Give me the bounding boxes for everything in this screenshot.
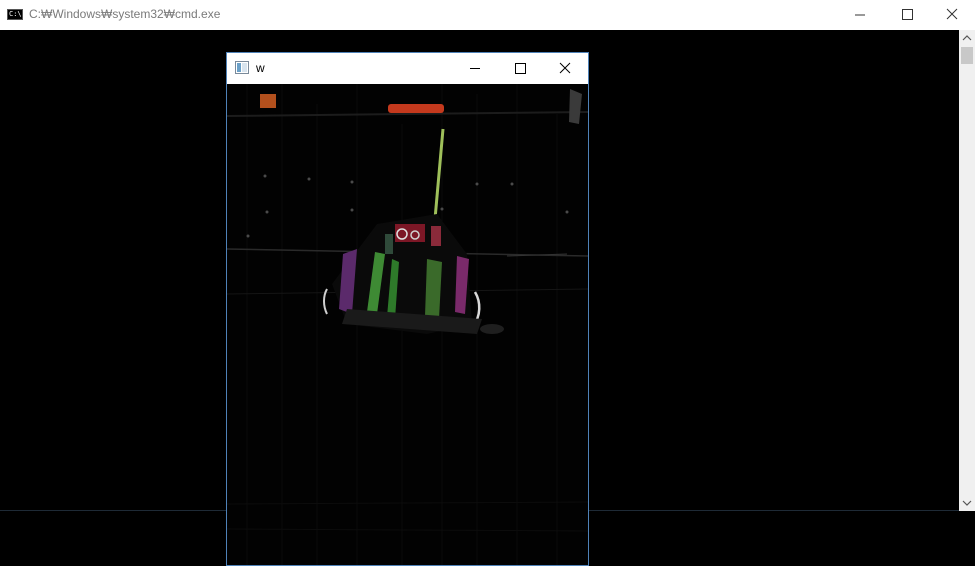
console-titlebar[interactable]: C:\ C:₩Windows₩system32₩cmd.exe [0,0,975,30]
console-scrollbar[interactable] [959,30,975,511]
image-window-title: w [256,61,265,75]
image-window-titlebar[interactable]: w [227,53,588,84]
scroll-down-button[interactable] [959,495,975,511]
image-maximize-button[interactable] [497,53,543,84]
image-viewport[interactable] [227,84,588,565]
image-window[interactable]: w [226,52,589,566]
minimize-icon [855,14,865,16]
scroll-thumb[interactable] [961,47,973,64]
cmd-icon-text: C:\ [9,10,22,18]
close-icon [946,8,958,20]
cmd-icon: C:\ [7,9,23,20]
maximize-icon [515,63,526,74]
minimize-icon [470,68,480,69]
scroll-up-button[interactable] [959,30,975,46]
console-maximize-button[interactable] [884,0,930,30]
console-minimize-button[interactable] [837,0,883,30]
chevron-up-icon [962,35,972,41]
close-icon [559,62,571,74]
maximize-icon [902,9,913,20]
chevron-down-icon [962,500,972,506]
image-close-button[interactable] [542,53,588,84]
console-title: C:₩Windows₩system32₩cmd.exe [29,7,221,21]
console-close-button[interactable] [929,0,975,30]
image-window-icon [235,61,249,74]
image-minimize-button[interactable] [452,53,498,84]
processed-frame-image [227,84,588,565]
console-corner [959,511,975,566]
